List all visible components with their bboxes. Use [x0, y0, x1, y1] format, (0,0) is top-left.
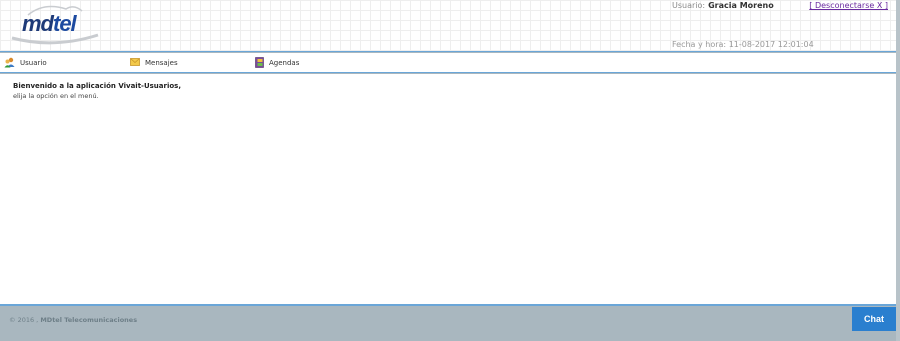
main-content: Bienvenido a la aplicación Vivait-Usuari…	[0, 74, 896, 306]
logo-text: mdtel	[22, 11, 77, 36]
copyright-prefix: © 2016 ,	[9, 316, 39, 324]
datetime-label: Fecha y hora:	[672, 40, 727, 49]
right-scroll-edge	[896, 0, 900, 341]
header-bar: mdtel Usuario: Gracia Moreno [ Desconecta…	[0, 0, 896, 52]
chat-button[interactable]: Chat	[852, 307, 896, 331]
main-menu: Usuario Mensajes Agendas	[0, 53, 896, 73]
user-label: Usuario:	[672, 1, 706, 10]
datetime: Fecha y hora: 11-08-2017 12:01:04	[672, 40, 814, 49]
menu-item-label: Mensajes	[145, 59, 178, 67]
address-book-icon	[255, 56, 264, 70]
menu-item-label: Agendas	[269, 59, 300, 67]
menu-item-mensajes[interactable]: Mensajes	[130, 56, 178, 70]
company-name: MDtel Telecomunicaciones	[40, 316, 138, 324]
welcome-message: Bienvenido a la aplicación Vivait-Usuari…	[13, 82, 181, 90]
logout-link[interactable]: [ Desconectarse X ]	[809, 1, 888, 10]
current-user: Usuario: Gracia Moreno	[672, 1, 774, 10]
user-name: Gracia Moreno	[708, 1, 774, 10]
users-icon	[4, 57, 15, 70]
mdtel-logo: mdtel	[8, 2, 100, 48]
envelope-icon	[130, 58, 140, 68]
menu-item-label: Usuario	[20, 59, 47, 67]
menu-item-agendas[interactable]: Agendas	[255, 56, 299, 70]
menu-item-usuario[interactable]: Usuario	[4, 56, 47, 70]
footer-copyright: © 2016 , MDtel Telecomunicaciones	[9, 316, 137, 324]
menu-hint: elija la opción en el menú.	[13, 92, 99, 100]
datetime-value: 11-08-2017 12:01:04	[728, 40, 814, 49]
